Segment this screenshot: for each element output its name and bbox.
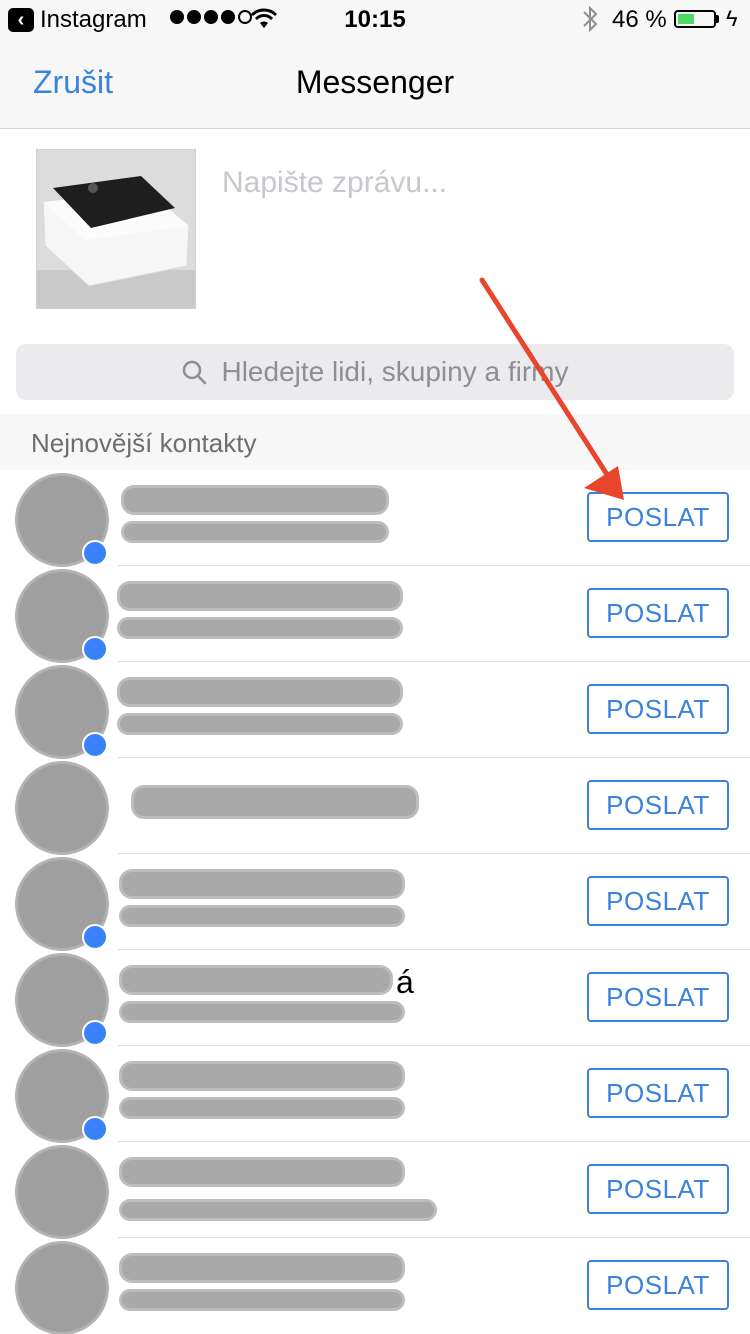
avatar bbox=[18, 1244, 106, 1332]
send-button[interactable]: POSLAT bbox=[587, 588, 729, 638]
search-icon bbox=[183, 360, 207, 385]
section-header: Nejnovější kontakty bbox=[0, 414, 750, 470]
nav-bar: Zrušit Messenger bbox=[0, 40, 750, 129]
battery-percent: 46 % bbox=[612, 6, 667, 33]
messenger-badge-icon bbox=[82, 540, 108, 566]
redacted-subtitle bbox=[122, 908, 402, 924]
messenger-badge-icon bbox=[82, 924, 108, 950]
search-placeholder: Hledejte lidi, skupiny a firmy bbox=[221, 356, 569, 387]
avatar bbox=[18, 1052, 108, 1142]
page-title: Messenger bbox=[295, 64, 455, 100]
messenger-badge-icon bbox=[82, 732, 108, 758]
redacted-name bbox=[120, 584, 400, 608]
redacted-name bbox=[122, 1160, 402, 1184]
send-button[interactable]: POSLAT bbox=[587, 492, 729, 542]
redacted-name bbox=[122, 1256, 402, 1280]
status-bar: ‹ Instagram 10:15 46 % ϟ bbox=[0, 0, 750, 40]
send-button[interactable]: POSLAT bbox=[587, 780, 729, 830]
redacted-name bbox=[122, 968, 390, 992]
shared-photo-thumbnail bbox=[36, 149, 196, 309]
redacted-name bbox=[122, 1064, 402, 1088]
battery-tip bbox=[716, 15, 719, 23]
send-button[interactable]: POSLAT bbox=[587, 684, 729, 734]
redacted-name bbox=[134, 788, 416, 816]
send-button[interactable]: POSLAT bbox=[587, 876, 729, 926]
redacted-subtitle bbox=[122, 1292, 402, 1308]
redacted-subtitle bbox=[122, 1100, 402, 1116]
redacted-subtitle bbox=[124, 524, 386, 540]
contact-row[interactable]: POSLAT bbox=[0, 1046, 750, 1142]
redacted-subtitle bbox=[120, 620, 400, 636]
avatar bbox=[18, 668, 108, 758]
messenger-badge-icon bbox=[82, 1116, 108, 1142]
avatar bbox=[18, 1148, 106, 1236]
contact-name: á bbox=[396, 964, 415, 1000]
contact-row[interactable]: POSLAT bbox=[0, 854, 750, 950]
send-button[interactable]: POSLAT bbox=[587, 1068, 729, 1118]
contact-row[interactable]: POSLAT bbox=[0, 470, 750, 566]
avatar bbox=[18, 860, 108, 950]
contact-row[interactable]: POSLAT bbox=[0, 1142, 750, 1238]
redacted-subtitle bbox=[122, 1202, 434, 1218]
contact-list: POSLAT POSLAT POSLAT POSLAT POSLAT á POS… bbox=[0, 470, 750, 1334]
redacted-name bbox=[120, 680, 400, 704]
bluetooth-icon bbox=[583, 5, 598, 33]
contact-row[interactable]: POSLAT bbox=[0, 566, 750, 662]
send-button[interactable]: POSLAT bbox=[587, 972, 729, 1022]
messenger-badge-icon bbox=[82, 1020, 108, 1046]
avatar bbox=[18, 572, 108, 662]
contact-row[interactable]: POSLAT bbox=[0, 1238, 750, 1334]
redacted-name bbox=[124, 488, 386, 512]
messenger-badge-icon bbox=[82, 636, 108, 662]
redacted-name bbox=[122, 872, 402, 896]
battery-icon bbox=[674, 10, 716, 28]
charging-icon: ϟ bbox=[726, 6, 738, 31]
contact-row[interactable]: POSLAT bbox=[0, 758, 750, 854]
avatar bbox=[18, 476, 108, 566]
contact-row[interactable]: POSLAT bbox=[0, 662, 750, 758]
section-title: Nejnovější kontakty bbox=[31, 428, 257, 458]
redacted-subtitle bbox=[122, 1004, 402, 1020]
send-button[interactable]: POSLAT bbox=[587, 1164, 729, 1214]
message-input[interactable] bbox=[220, 165, 724, 201]
send-button[interactable]: POSLAT bbox=[587, 1260, 729, 1310]
avatar bbox=[18, 764, 106, 852]
avatar bbox=[18, 956, 108, 1046]
redacted-subtitle bbox=[120, 716, 400, 732]
search-field[interactable]: Hledejte lidi, skupiny a firmy bbox=[16, 344, 734, 400]
contact-row[interactable]: á POSLAT bbox=[0, 950, 750, 1046]
